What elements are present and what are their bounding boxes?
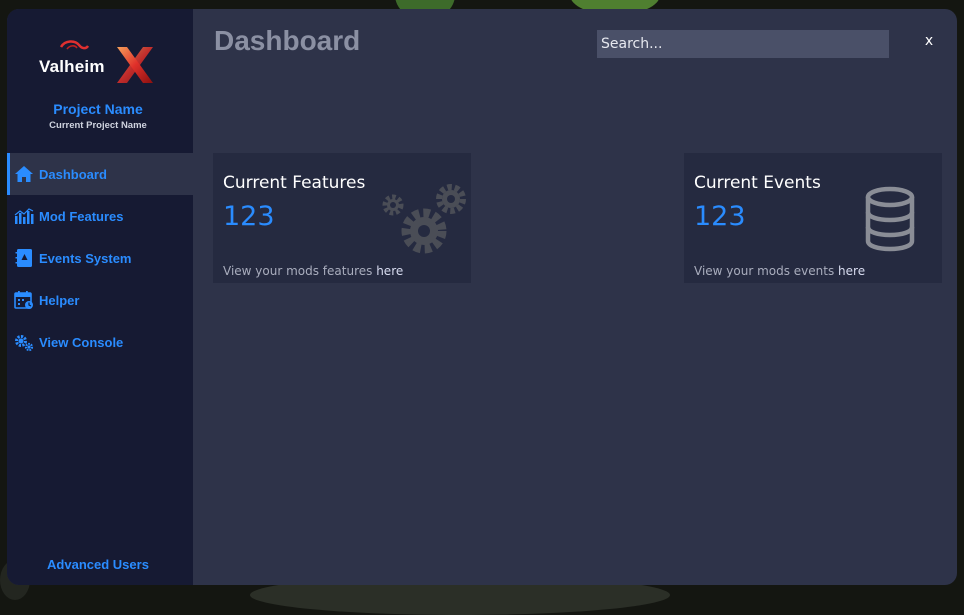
logo-swirl-icon — [59, 40, 89, 50]
bar-chart-icon — [14, 208, 34, 224]
current-project-name: Current Project Name — [49, 120, 147, 131]
sidebar-item-view-console[interactable]: View Console — [7, 321, 193, 363]
sidebar-item-label: Mod Features — [39, 208, 124, 224]
card-value: 123 — [223, 201, 275, 232]
calendar-icon — [14, 291, 33, 309]
sidebar-item-mod-features[interactable]: Mod Features — [7, 195, 193, 237]
card-value: 123 — [694, 201, 746, 232]
card-title: Current Features — [223, 173, 366, 193]
sidebar-item-label: Dashboard — [39, 166, 107, 182]
features-card: Current Features 123 View your mods feat… — [213, 153, 471, 283]
sidebar-item-label: Helper — [39, 292, 80, 308]
sidebar-item-dashboard[interactable]: Dashboard — [7, 153, 193, 195]
valheim-x-logo: Valheim — [37, 39, 157, 91]
sidebar-item-label: View Console — [39, 334, 124, 350]
sidebar: Valheim Project Name Current Project Nam… — [7, 9, 193, 585]
app-window: Valheim Project Name Current Project Nam… — [7, 9, 957, 585]
logo-x-mark — [117, 47, 153, 83]
gears-icon — [15, 335, 34, 352]
search-input[interactable] — [597, 30, 889, 58]
advanced-users-link[interactable]: Advanced Users — [7, 557, 189, 572]
project-name: Project Name — [53, 101, 143, 117]
close-button[interactable]: x — [921, 33, 937, 51]
sidebar-item-events-system[interactable]: Events System — [7, 237, 193, 279]
events-here-link[interactable]: here — [838, 264, 865, 278]
gears-icon — [382, 184, 466, 254]
card-title: Current Events — [694, 173, 821, 193]
features-here-link[interactable]: here — [376, 264, 403, 278]
sidebar-nav: Dashboard Mod Features Events System Hel… — [7, 153, 193, 363]
sidebar-item-label: Events System — [39, 250, 132, 266]
card-footer-text: View your mods events — [694, 264, 839, 278]
card-footer: View your mods features here — [223, 264, 403, 278]
card-footer-text: View your mods features — [223, 264, 377, 278]
card-footer: View your mods events here — [694, 264, 865, 278]
logo-text: Valheim — [39, 57, 105, 76]
home-icon — [15, 166, 33, 182]
events-card: Current Events 123 View your mods events… — [684, 153, 942, 283]
sidebar-item-helper[interactable]: Helper — [7, 279, 193, 321]
notebook-icon — [15, 249, 32, 267]
database-icon — [865, 186, 915, 252]
page-title: Dashboard — [214, 25, 361, 56]
